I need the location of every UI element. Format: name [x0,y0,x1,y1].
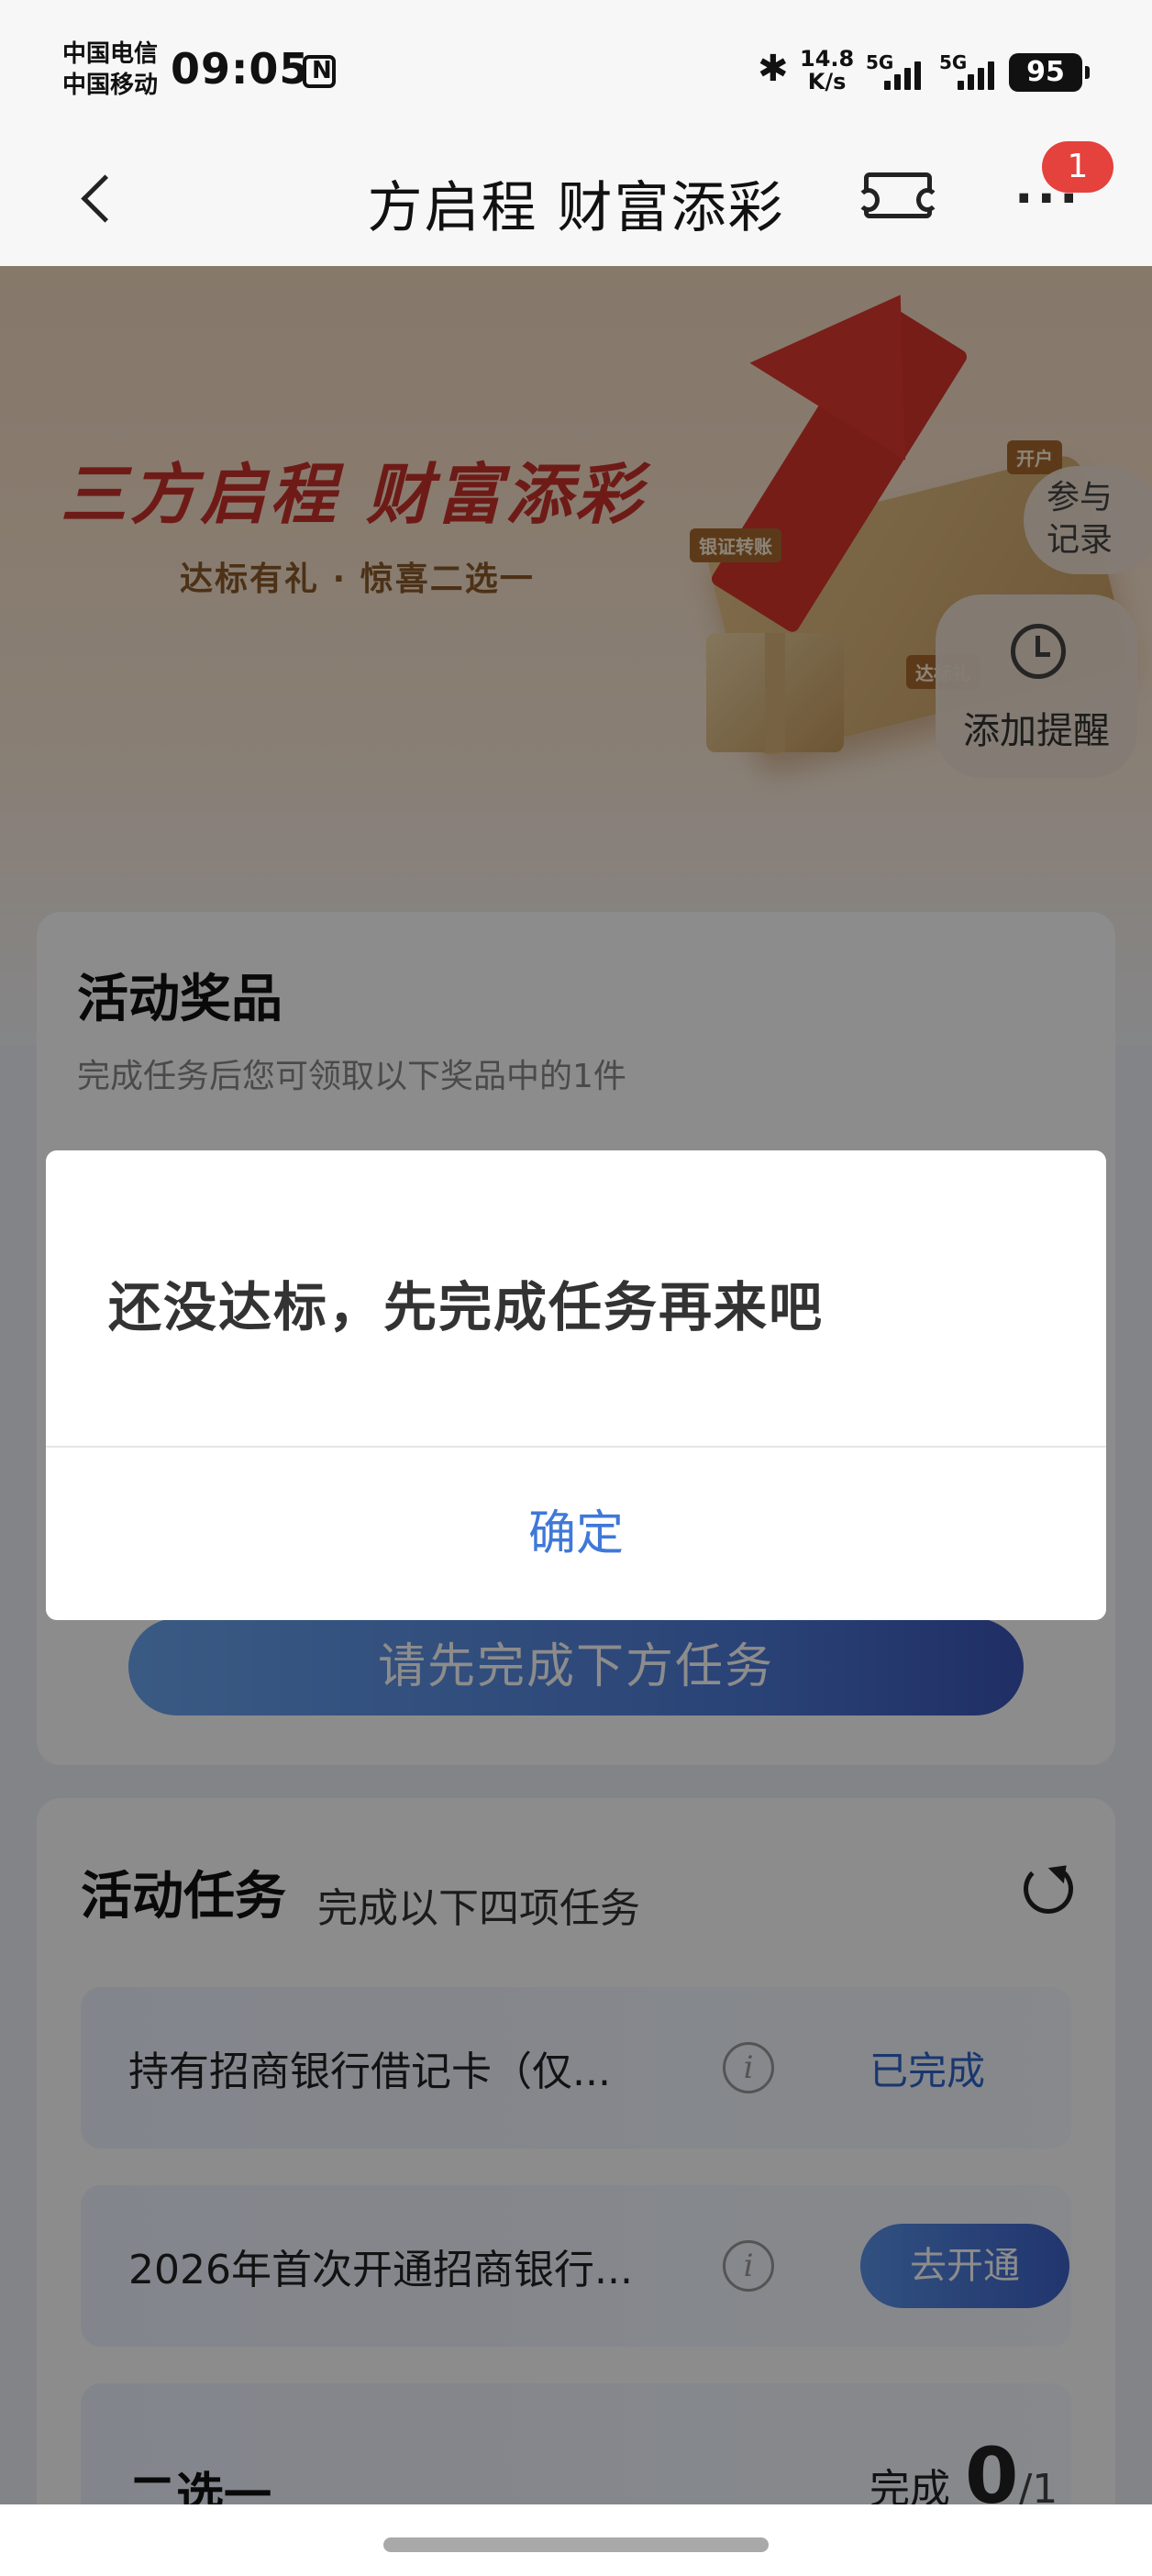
gesture-bar-area [0,2504,1152,2576]
carrier-info: 中国电信 中国移动 [62,39,158,101]
nfc-icon [303,55,336,88]
bluetooth-icon: ✱ [758,48,789,90]
status-bar: 中国电信 中国移动 09:05 ✱ 14.8 K/s 5G 5G 95 [0,0,1152,128]
battery-indicator: 95 [1009,53,1090,92]
signal-bar [894,74,901,90]
signal-bar [958,81,964,90]
signal-icon-2: 5G [939,51,1013,92]
navigation-bar: 方启程 财富添彩 ··· 1 [0,128,1152,266]
signal-bar [978,68,984,90]
signal-2-label: 5G [939,51,968,73]
carrier-1: 中国电信 [62,40,159,68]
ticket-icon[interactable] [858,172,938,218]
signal-bar [914,61,921,90]
signal-bar [884,81,891,90]
signal-1-label: 5G [866,51,894,73]
carrier-2: 中国移动 [62,72,159,99]
status-time: 09:05 [171,44,310,94]
home-indicator[interactable] [383,2537,769,2552]
signal-bar [904,68,911,90]
signal-icon-1: 5G [866,51,939,92]
page: 中国电信 中国移动 09:05 ✱ 14.8 K/s 5G 5G 95 方启程 … [0,0,1152,2576]
network-speed: 14.8 K/s [800,48,854,94]
dialog-message: 还没达标，先完成任务再来吧 [108,1276,825,1338]
page-title: 方启程 财富添彩 [367,176,785,240]
signal-bar [988,61,994,90]
network-speed-value: 14.8 [800,46,855,72]
signal-bar [968,74,974,90]
network-speed-unit: K/s [807,69,847,94]
alert-dialog: 还没达标，先完成任务再来吧 确定 [46,1150,1106,1620]
confirm-button[interactable]: 确定 [46,1448,1106,1620]
notification-badge: 1 [1042,141,1113,193]
